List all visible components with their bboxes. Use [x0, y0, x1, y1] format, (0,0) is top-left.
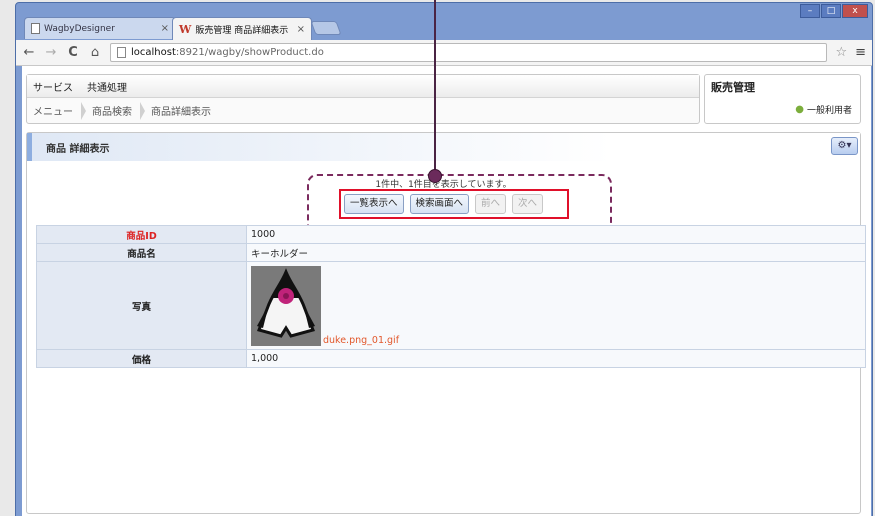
settings-menu-button[interactable]: ⚙▾	[831, 137, 858, 155]
breadcrumb-menu[interactable]: メニュー	[33, 103, 81, 118]
field-label-product-name: 商品名	[36, 243, 247, 262]
field-label-price: 価格	[36, 349, 247, 368]
user-info: ● 一般利用者	[795, 103, 852, 116]
bookmark-star-icon[interactable]: ☆	[835, 45, 847, 60]
system-title: 販売管理	[711, 81, 755, 94]
page-content: サービス 共通処理 メニュー 商品検索 商品詳細表示 販売管理 ● 一般利用者 …	[16, 66, 872, 516]
system-box: 販売管理 ● 一般利用者	[704, 74, 861, 124]
forward-icon[interactable]: →	[44, 45, 58, 60]
table-row: 写真 duke.png_01.gif	[36, 261, 866, 350]
close-window-button[interactable]: x	[842, 4, 868, 18]
browser-menu-icon[interactable]: ≡	[855, 45, 866, 60]
tab-title: 販売管理 商品詳細表示	[195, 25, 289, 36]
table-row: 商品ID 1000	[36, 225, 866, 244]
list-view-button[interactable]: 一覧表示へ	[344, 194, 404, 214]
product-photo[interactable]	[251, 265, 321, 346]
field-value-product-id: 1000	[246, 225, 866, 244]
table-row: 価格 1,000	[36, 349, 866, 368]
field-value-price: 1,000	[246, 349, 866, 368]
tab-product-detail[interactable]: W 販売管理 商品詳細表示 ×	[172, 17, 312, 40]
menu-item-common[interactable]: 共通処理	[87, 79, 127, 94]
maximize-button[interactable]: □	[821, 4, 841, 18]
menu-item-service[interactable]: サービス	[33, 79, 73, 94]
field-value-product-name: キーホルダー	[246, 243, 866, 262]
detail-table: 商品ID 1000 商品名 キーホルダー 写真 duke.png_01.gif …	[36, 225, 866, 368]
field-label-product-id: 商品ID	[36, 225, 247, 244]
page-icon	[117, 47, 126, 58]
field-label-photo: 写真	[36, 261, 247, 350]
page-icon	[31, 23, 40, 34]
tab-wagby-designer[interactable]: WagbyDesigner ×	[24, 17, 176, 39]
user-role: 一般利用者	[806, 106, 852, 116]
home-icon[interactable]: ⌂	[88, 45, 102, 60]
annotation-pointer-line	[434, 0, 436, 176]
next-button[interactable]: 次へ	[512, 194, 544, 214]
url-path: :8921/wagby/showProduct.do	[175, 47, 324, 58]
top-menu: サービス 共通処理	[27, 75, 699, 98]
table-row: 商品名 キーホルダー	[36, 243, 866, 262]
tab-close-icon[interactable]: ×	[297, 24, 305, 35]
breadcrumb-product-detail: 商品詳細表示	[151, 107, 211, 118]
address-bar[interactable]: localhost:8921/wagby/showProduct.do	[110, 43, 828, 62]
breadcrumb-separator	[140, 101, 145, 120]
search-screen-button[interactable]: 検索画面へ	[409, 194, 470, 214]
breadcrumb-separator	[81, 101, 86, 120]
app-header: サービス 共通処理 メニュー 商品検索 商品詳細表示	[26, 74, 700, 124]
navigation-buttons: 一覧表示へ 検索画面へ 前へ 次へ	[344, 194, 544, 214]
user-icon: ●	[795, 104, 804, 115]
browser-window: WagbyDesigner × W 販売管理 商品詳細表示 × – □ x ← …	[15, 2, 873, 516]
annotation-pointer-dot	[428, 169, 442, 183]
breadcrumb: メニュー 商品検索 商品詳細表示	[27, 98, 699, 123]
wagby-logo-icon: W	[179, 22, 192, 36]
minimize-button[interactable]: –	[800, 4, 820, 18]
field-value-photo: duke.png_01.gif	[246, 261, 866, 350]
breadcrumb-product-search[interactable]: 商品検索	[92, 103, 140, 118]
prev-button[interactable]: 前へ	[475, 194, 507, 214]
new-tab-button[interactable]	[310, 21, 342, 35]
back-icon[interactable]: ←	[22, 45, 36, 60]
window-controls: – □ x	[800, 4, 868, 18]
photo-file-link[interactable]: duke.png_01.gif	[323, 335, 399, 346]
panel-title: 商品 詳細表示	[27, 133, 860, 161]
detail-panel: 商品 詳細表示 ⚙▾ 1件中、1件目を表示しています。 一覧表示へ 検索画面へ …	[26, 132, 866, 514]
url-host: localhost	[131, 47, 176, 58]
reload-icon[interactable]: C	[66, 45, 80, 60]
panel-title-text: 商品 詳細表示	[46, 143, 110, 155]
tab-title: WagbyDesigner	[44, 23, 115, 34]
browser-toolbar: ← → C ⌂ localhost:8921/wagby/showProduct…	[16, 40, 872, 66]
tab-strip: WagbyDesigner × W 販売管理 商品詳細表示 × – □ x	[16, 3, 872, 41]
tab-close-icon[interactable]: ×	[161, 23, 169, 34]
